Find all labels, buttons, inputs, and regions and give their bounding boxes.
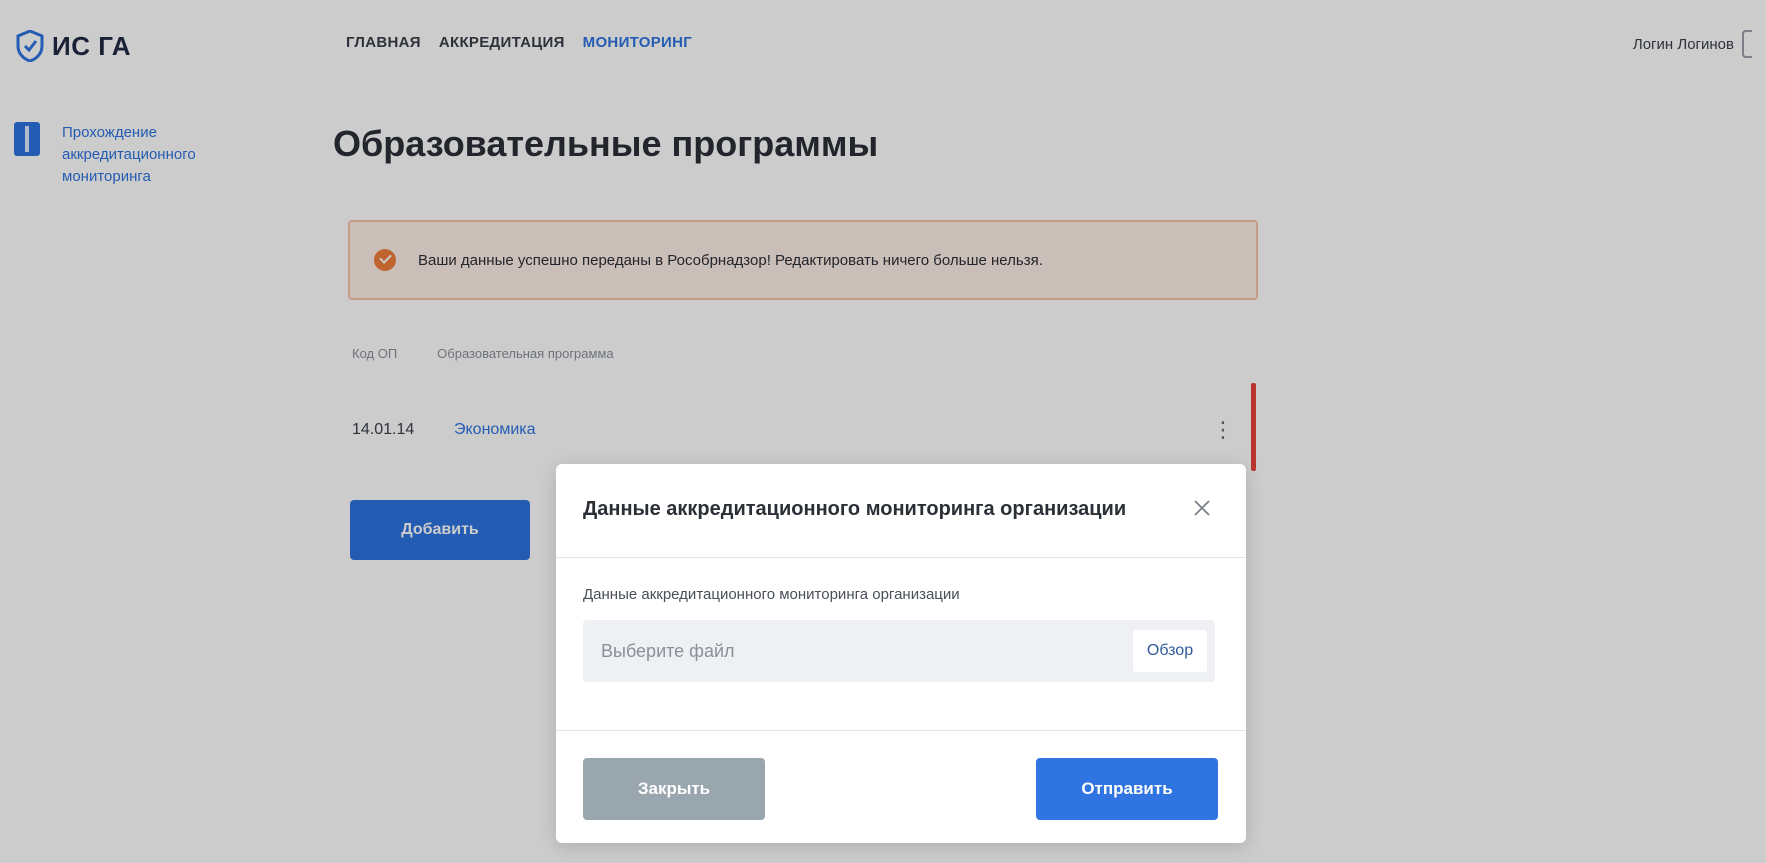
modal-footer: Закрыть Отправить (556, 731, 1246, 843)
file-field-label: Данные аккредитационного мониторинга орг… (583, 586, 960, 603)
close-button[interactable]: Закрыть (583, 758, 765, 820)
modal-body: Данные аккредитационного мониторинга орг… (556, 558, 1246, 731)
app-root: ИС ГА ГЛАВНАЯ АККРЕДИТАЦИЯ МОНИТОРИНГ Ло… (0, 0, 1766, 863)
modal-header: Данные аккредитационного мониторинга орг… (556, 464, 1246, 558)
file-input[interactable]: Выберите файл Обзор (583, 620, 1215, 682)
send-button[interactable]: Отправить (1036, 758, 1218, 820)
file-placeholder: Выберите файл (601, 641, 735, 661)
modal-title: Данные аккредитационного мониторинга орг… (583, 498, 1127, 520)
upload-modal: Данные аккредитационного мониторинга орг… (556, 464, 1246, 843)
browse-button[interactable]: Обзор (1133, 630, 1207, 672)
close-icon[interactable] (1188, 494, 1216, 522)
